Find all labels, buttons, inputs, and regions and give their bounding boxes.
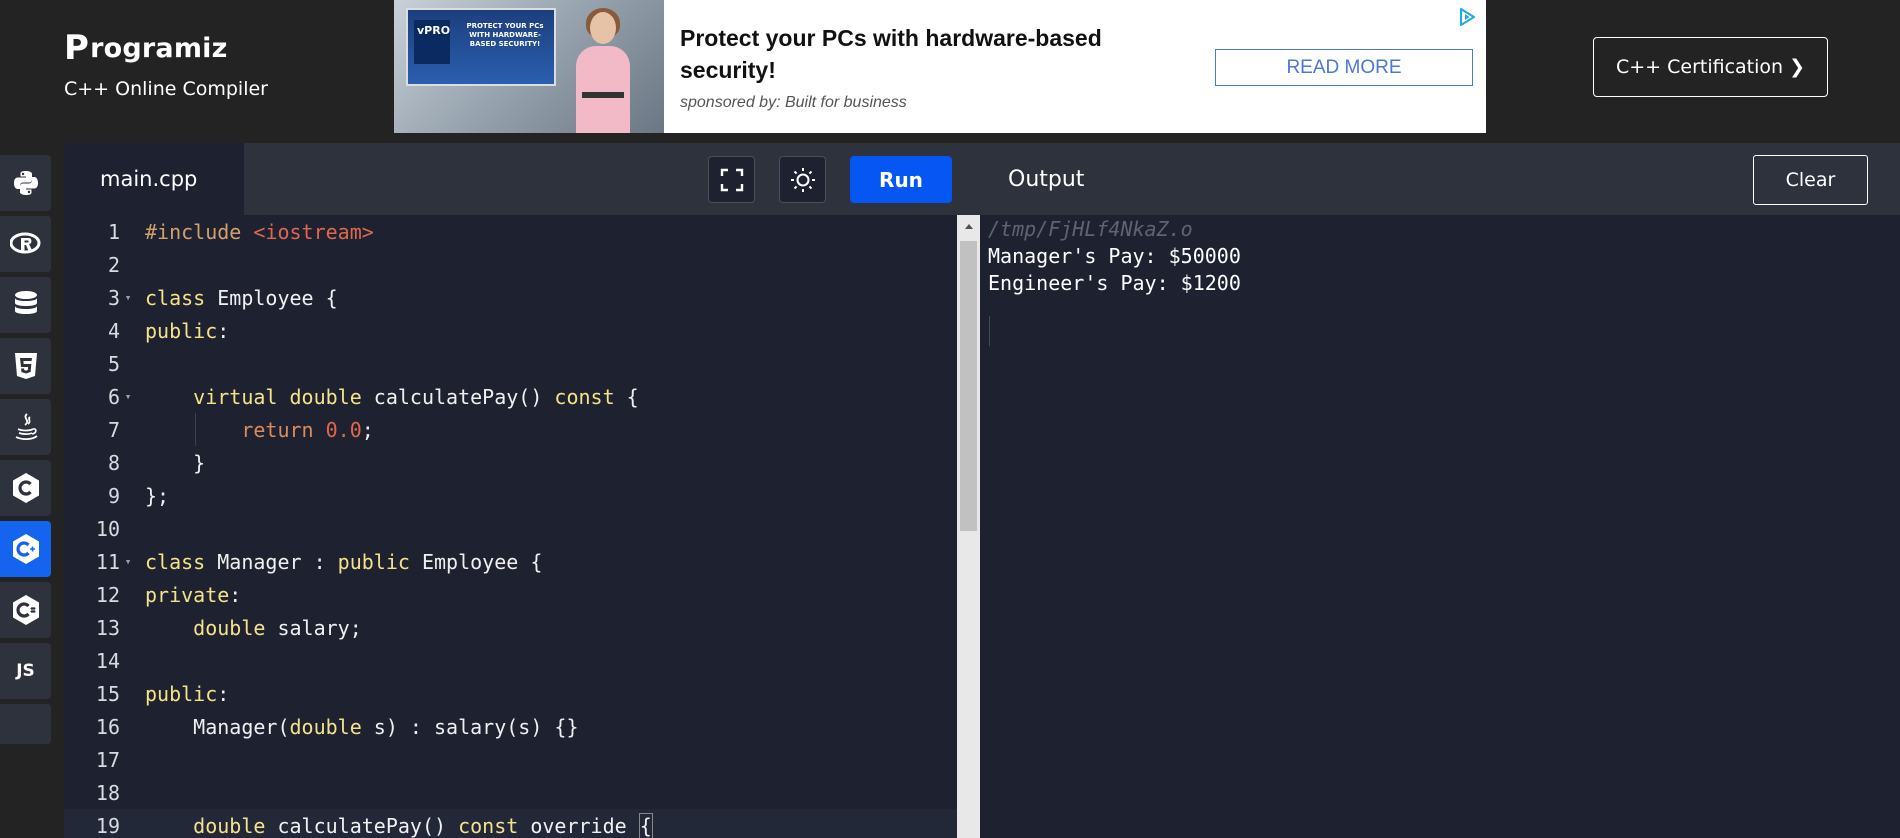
output-title: Output [1008, 166, 1085, 192]
c-icon [12, 473, 39, 503]
line-number: 9 [107, 483, 120, 508]
line-number: 11 [95, 549, 120, 574]
line-number: 14 [95, 648, 120, 673]
output-toolbar: Output Clear [980, 143, 1900, 215]
code-line: 8 } [64, 446, 957, 479]
database-icon [14, 291, 37, 314]
lang-python[interactable] [0, 155, 51, 211]
ad-image-badge: vPRO [414, 20, 450, 64]
code-line: 7 return 0.0; [64, 413, 957, 446]
lang-r[interactable] [0, 216, 51, 272]
line-number: 2 [107, 252, 120, 277]
lang-java[interactable] [0, 399, 51, 455]
fullscreen-button[interactable] [708, 156, 755, 203]
code-line: 4 public: [64, 314, 957, 347]
output-line: Manager's Pay: $50000 [988, 244, 1241, 268]
lang-html[interactable] [0, 338, 51, 394]
python-icon [13, 171, 38, 195]
code-line: 13 double salary; [64, 611, 957, 644]
certification-button[interactable]: C++ Certification ❯ [1593, 37, 1828, 97]
html5-icon [14, 353, 37, 379]
lang-csharp[interactable] [0, 582, 51, 638]
line-number: 4 [107, 318, 120, 343]
code-line: 17 [64, 743, 957, 776]
page-subtitle: C++ Online Compiler [64, 78, 268, 100]
fullscreen-icon [720, 168, 743, 191]
output-line: Engineer's Pay: $1200 [988, 271, 1241, 295]
code-line-current: 19 double calculatePay() const override … [64, 809, 957, 838]
line-number: 13 [95, 615, 120, 640]
code-line: 12 private: [64, 578, 957, 611]
logo-mark: P [64, 28, 90, 68]
line-number: 6 [107, 384, 120, 409]
fold-arrow-icon[interactable]: ▾ [120, 390, 136, 403]
line-number: 3 [107, 285, 120, 310]
line-number: 1 [107, 219, 120, 244]
code-line: 16 Manager(double s) : salary(s) {} [64, 710, 957, 743]
ad-image-person [574, 8, 632, 133]
language-sidebar: JS [0, 143, 64, 838]
logo-text: rogramiz [90, 32, 228, 64]
programiz-logo[interactable]: Programiz [64, 28, 268, 68]
code-line: 6 ▾ virtual double calculatePay() const { [64, 380, 957, 413]
line-number: 17 [95, 747, 120, 772]
output-console[interactable]: /tmp/FjHLf4NkaZ.o Manager's Pay: $50000 … [980, 215, 1900, 838]
ad-sponsor: sponsored by: Built for business [680, 94, 907, 111]
code-line: 5 [64, 347, 957, 380]
line-number: 18 [95, 780, 120, 805]
clear-button[interactable]: Clear [1753, 155, 1868, 205]
line-number: 7 [107, 417, 120, 442]
code-editor[interactable]: 1 #include <iostream> 2 3 ▾ class Employee … [64, 215, 957, 838]
ad-title[interactable]: Protect your PCs with hardware-based sec… [680, 22, 1180, 86]
editor-toolbar: main.cpp Run [64, 143, 980, 215]
line-number: 10 [95, 516, 120, 541]
code-line: 11 ▾ class Manager : public Employee { [64, 545, 957, 578]
code-line: 14 [64, 644, 957, 677]
code-line: 1 #include <iostream> [64, 215, 957, 248]
fold-arrow-icon[interactable]: ▾ [120, 291, 136, 304]
line-number: 8 [107, 450, 120, 475]
theme-toggle-button[interactable] [779, 156, 826, 203]
run-button[interactable]: Run [850, 156, 952, 203]
lang-c[interactable] [0, 460, 51, 516]
scroll-up-arrow-icon[interactable] [957, 215, 980, 237]
ad-image-text: PROTECT YOUR PCs WITH HARDWARE-BASED SEC… [466, 22, 544, 48]
lang-sql[interactable] [0, 277, 51, 333]
line-number: 19 [95, 813, 120, 838]
r-icon [9, 232, 40, 254]
scrollbar-thumb[interactable] [960, 241, 977, 531]
advertisement-banner[interactable]: vPRO PROTECT YOUR PCs WITH HARDWARE-BASE… [394, 0, 1486, 133]
sun-icon [790, 167, 815, 192]
top-header: Programiz C++ Online Compiler vPRO PROTE… [0, 0, 1900, 143]
code-line: 2 [64, 248, 957, 281]
code-line: 15 public: [64, 677, 957, 710]
file-tab-main-cpp[interactable]: main.cpp [64, 143, 244, 215]
ad-read-more-button[interactable]: READ MORE [1215, 49, 1473, 86]
output-input-cursor [989, 316, 990, 346]
fold-arrow-icon[interactable]: ▾ [120, 555, 136, 568]
line-number: 15 [95, 681, 120, 706]
code-line: 18 [64, 776, 957, 809]
lang-javascript[interactable]: JS [0, 643, 51, 699]
code-line: 9}; [64, 479, 957, 512]
java-icon [15, 413, 38, 441]
brand[interactable]: Programiz C++ Online Compiler [64, 28, 268, 100]
indent-guide [195, 413, 196, 446]
csharp-icon [12, 595, 39, 625]
lang-cpp[interactable] [0, 521, 51, 577]
output-line: /tmp/FjHLf4NkaZ.o [988, 217, 1193, 241]
line-number: 12 [95, 582, 120, 607]
lang-more[interactable] [0, 704, 51, 744]
js-icon: JS [16, 661, 35, 681]
cpp-icon [12, 534, 39, 564]
line-number: 16 [95, 714, 120, 739]
ad-image[interactable]: vPRO PROTECT YOUR PCs WITH HARDWARE-BASE… [394, 0, 664, 133]
line-number: 5 [107, 351, 120, 376]
ad-image-screen: vPRO PROTECT YOUR PCs WITH HARDWARE-BASE… [406, 8, 556, 86]
editor-scrollbar[interactable] [957, 215, 980, 838]
code-line: 3 ▾ class Employee { [64, 281, 957, 314]
ad-choices-icon[interactable] [1456, 6, 1478, 28]
code-line: 10 [64, 512, 957, 545]
